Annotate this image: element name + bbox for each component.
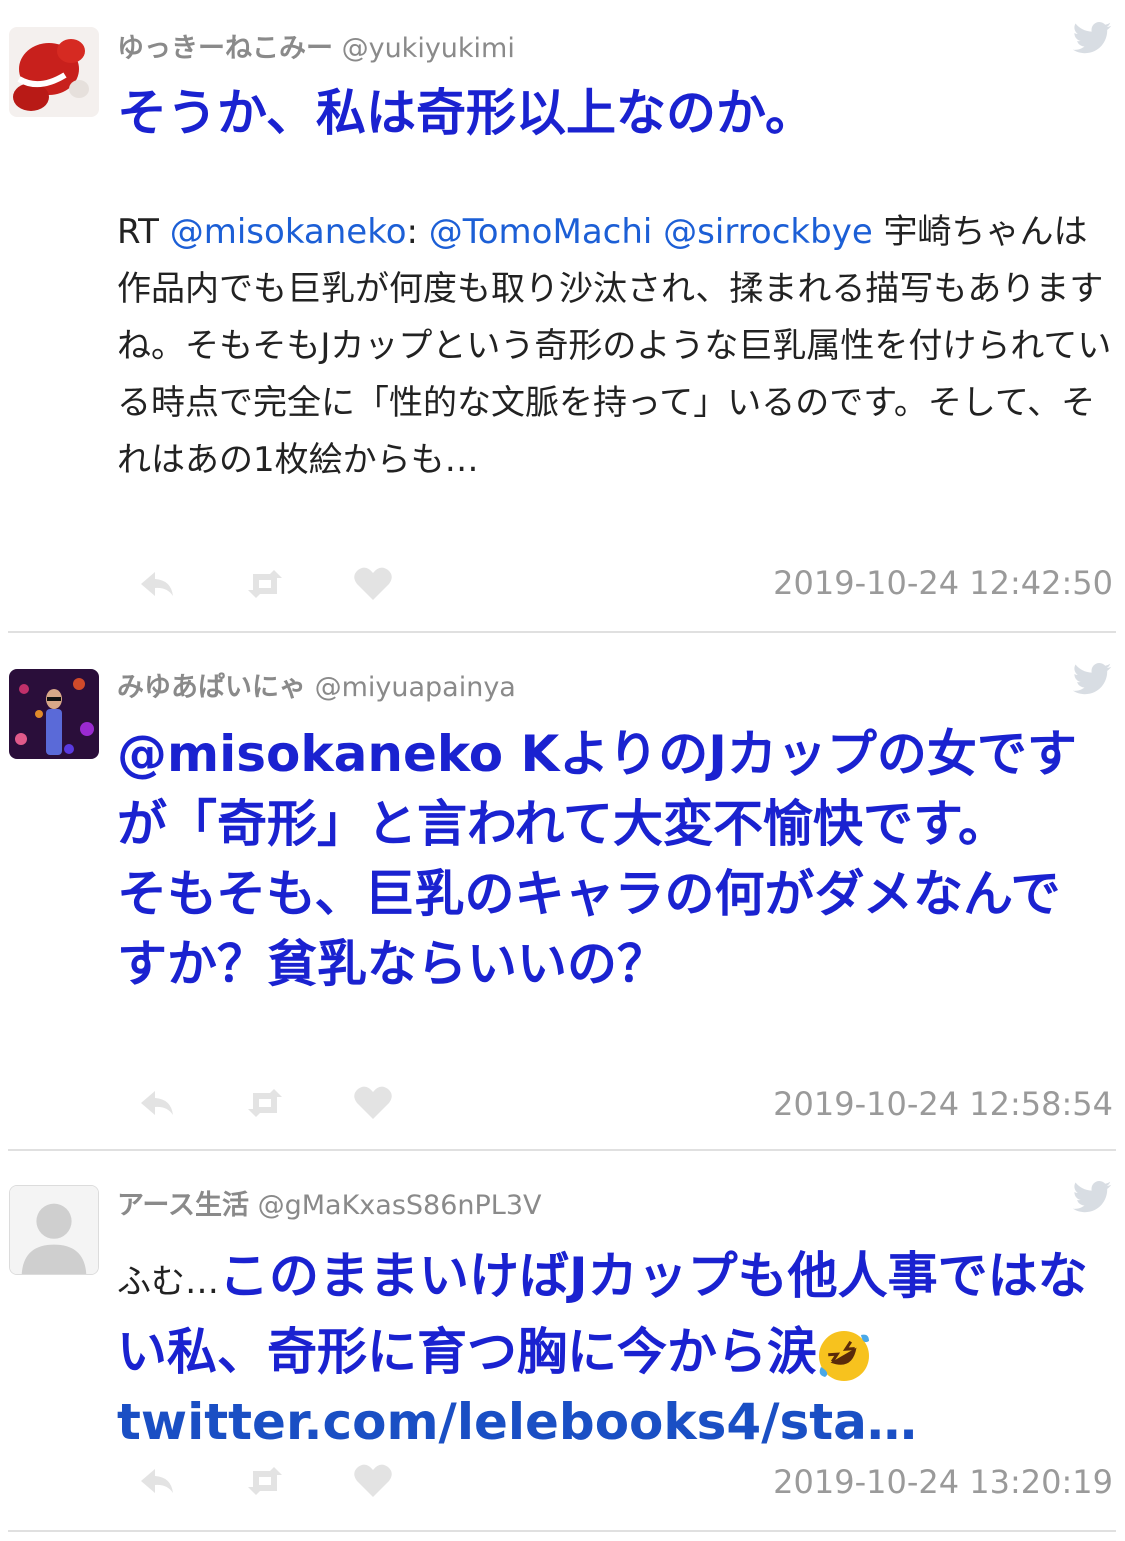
rt-body: 宇崎ちゃんは作品内でも巨乳が何度も取り沙汰され、揉まれる描写もありますね。そもそ… xyxy=(117,212,1112,480)
timestamp[interactable]: 2019-10-24 13:20:19 xyxy=(773,1463,1113,1501)
handle[interactable]: @yukiyukimi xyxy=(342,33,515,64)
tweet-prefix: ふむ… xyxy=(117,1262,219,1302)
tweet-body: このままいけばJカップも他人事ではない私、奇形に育つ胸に今から涙 xyxy=(117,1247,1088,1381)
handle[interactable]: @miyuapainya xyxy=(315,672,516,703)
display-name[interactable]: アース生活 xyxy=(117,1190,249,1221)
avatar[interactable] xyxy=(9,27,99,117)
twitter-bird-icon xyxy=(1072,663,1112,695)
rt-prefix: RT xyxy=(117,212,170,252)
retweet-icon[interactable] xyxy=(243,564,287,604)
rt-colon: : xyxy=(406,212,429,252)
rolling-on-floor-laughing-emoji xyxy=(817,1329,871,1383)
user-line: みゆあぱいにゃ @miyuapainya xyxy=(117,665,516,704)
tweet-1[interactable]: ゆっきーねこみー @yukiyukimi そうか、私は奇形以上なのか。 RT @… xyxy=(0,0,1125,632)
reply-icon[interactable] xyxy=(135,1461,179,1501)
mention-link[interactable]: @misokaneko xyxy=(170,212,407,252)
avatar[interactable] xyxy=(9,1185,99,1275)
tweet-headline: そうか、私は奇形以上なのか。 xyxy=(117,84,815,142)
timestamp[interactable]: 2019-10-24 12:42:50 xyxy=(773,564,1113,602)
tweet-text: ふむ…このままいけばJカップも他人事ではない私、奇形に育つ胸に今から涙 twit… xyxy=(117,1241,1107,1457)
mention-link[interactable]: @sirrockbye xyxy=(663,212,873,252)
display-name[interactable]: みゆあぱいにゃ xyxy=(117,672,306,703)
tweet-link[interactable]: twitter.com/lelebooks4/sta… xyxy=(117,1393,917,1451)
tweet-text: @misokaneko Kよりの​Jカップの女ですが「奇形」と言われて大変不愉快… xyxy=(117,725,1077,993)
reply-icon[interactable] xyxy=(135,1083,179,1123)
tweet-2[interactable]: みゆあぱいにゃ @miyuapainya @misokaneko Kよりの​Jカ… xyxy=(0,633,1125,1147)
twitter-bird-icon xyxy=(1072,22,1112,54)
avatar[interactable] xyxy=(9,669,99,759)
retweet-icon[interactable] xyxy=(243,1461,287,1501)
divider xyxy=(8,1530,1116,1532)
user-line: ゆっきーねこみー @yukiyukimi xyxy=(117,26,515,65)
heart-icon[interactable] xyxy=(351,564,395,604)
heart-icon[interactable] xyxy=(351,1461,395,1501)
user-line: アース生活 @gMaKxasS86nPL3V xyxy=(117,1183,541,1222)
twitter-bird-icon xyxy=(1072,1181,1112,1213)
mention-link[interactable]: @TomoMachi xyxy=(429,212,653,252)
reply-icon[interactable] xyxy=(135,564,179,604)
tweet-3[interactable]: アース生活 @gMaKxasS86nPL3V ふむ…このままいけばJカップも他人… xyxy=(0,1151,1125,1541)
display-name[interactable]: ゆっきーねこみー xyxy=(117,33,333,64)
retweet-icon[interactable] xyxy=(243,1083,287,1123)
retweet-text: RT @misokaneko: @TomoMachi @sirrockbye 宇… xyxy=(117,204,1112,489)
timestamp[interactable]: 2019-10-24 12:58:54 xyxy=(773,1085,1113,1123)
handle[interactable]: @gMaKxasS86nPL3V xyxy=(258,1190,542,1221)
heart-icon[interactable] xyxy=(351,1083,395,1123)
